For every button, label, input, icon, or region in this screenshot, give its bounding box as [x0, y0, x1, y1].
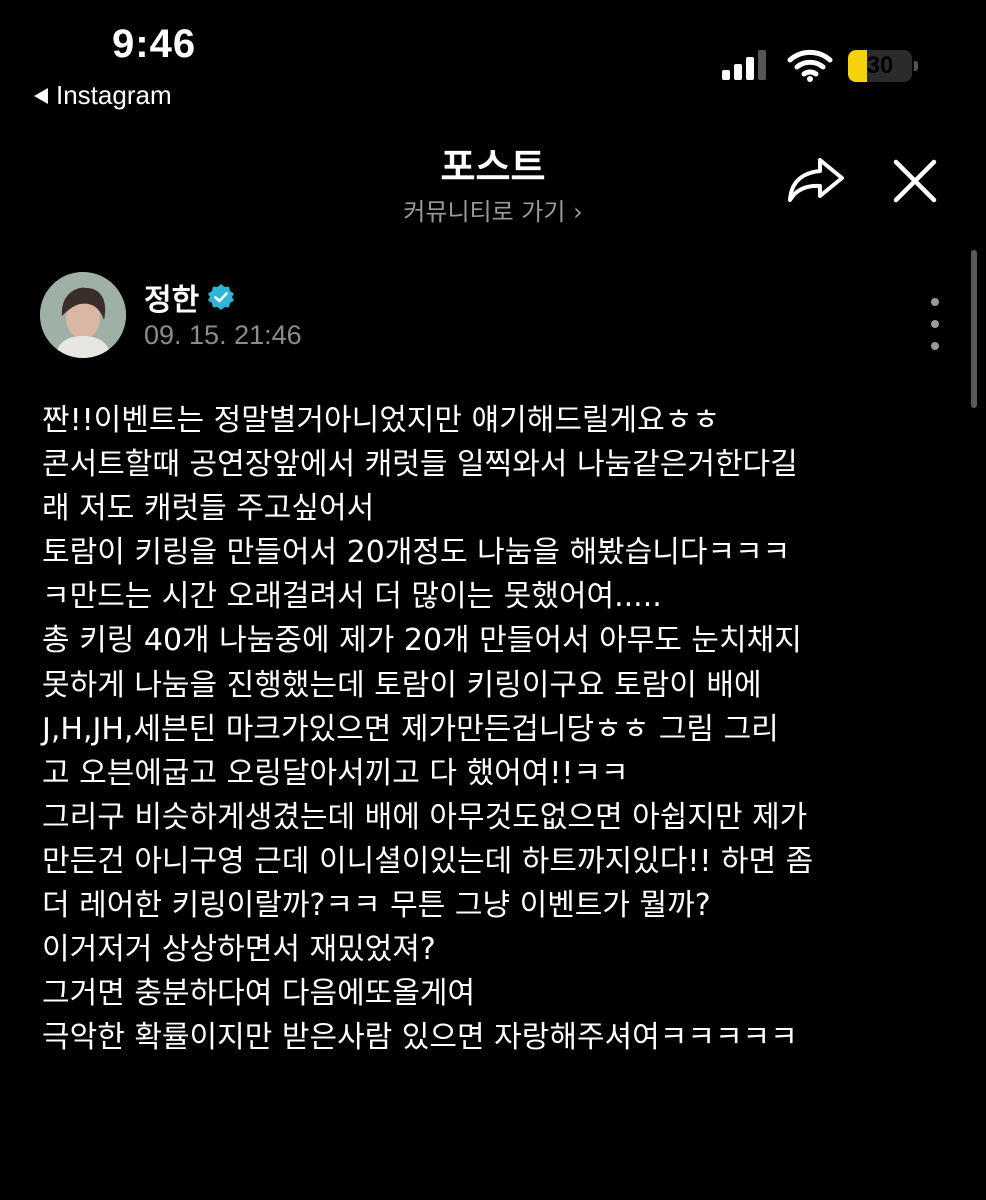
post-timestamp: 09. 15. 21:46 [144, 320, 302, 350]
wifi-icon [787, 49, 833, 82]
battery-level: 30 [866, 52, 894, 79]
back-to-app-link[interactable]: Instagram [34, 80, 172, 111]
post-line: 짠!!이벤트는 정말별거아니었지만 얘기해드릴게요ㅎㅎ [42, 403, 720, 438]
post-line: 못하게 나눔을 진행했는데 토람이 키링이구요 토람이 배에 [42, 667, 762, 703]
cellular-signal-icon [722, 50, 766, 80]
battery-indicator: 30 [848, 50, 920, 82]
post-line: 그거면 충분하다여 다음에또올게여 [42, 976, 476, 1012]
post-line: 래 저도 캐럿들 주고싶어서 [42, 491, 375, 527]
back-app-label: Instagram [56, 80, 172, 110]
verified-badge-icon [208, 284, 235, 310]
battery-nub [914, 61, 918, 71]
scrollbar[interactable] [971, 250, 977, 408]
post-line: 극악한 확률이지만 받은사람 있으면 자랑해주셔여ㅋㅋㅋㅋㅋ [42, 1020, 798, 1056]
post-line: J,H,JH,세븐틴 마크가있으면 제가만든겁니당ㅎㅎ 그림 그리 [42, 711, 779, 747]
post-line: 더 레어한 키링이랄까?ㅋㅋ 무튼 그냥 이벤트가 뭘까? [42, 888, 711, 924]
post-line: 그리구 비슷하게생겼는데 배에 아무것도없으면 아쉽지만 제가 [42, 799, 808, 835]
share-arrow-icon[interactable] [786, 154, 846, 206]
post-line: 이거저거 상상하면서 재밌었져? [42, 932, 436, 968]
more-vertical-icon[interactable] [922, 296, 948, 356]
post-line: 토람이 키링을 만들어서 20개정도 나눔을 해봤습니다ㅋㅋㅋ [42, 535, 791, 571]
post-line: 콘서트할때 공연장앞에서 캐럿들 일찍와서 나눔같은거한다길 [42, 447, 798, 483]
author-name-row[interactable]: 정한 [144, 275, 235, 319]
post-body: 짠!!이벤트는 정말별거아니었지만 얘기해드릴게요ㅎㅎ 콘서트할때 공연장앞에서… [42, 399, 950, 1060]
post-line: ㅋ만드는 시간 오래걸려서 더 많이는 못했어여..... [42, 579, 662, 615]
post-line: 총 키링 40개 나눔중에 제가 20개 만들어서 아무도 눈치채지 [42, 623, 802, 659]
post-line: 고 오븐에굽고 오링달아서끼고 다 했어여!!ㅋㅋ [42, 755, 629, 791]
author-name[interactable]: 정한 [144, 275, 199, 319]
post-line: 만든건 아니구영 근데 이니셜이있는데 하트까지있다!! 하면 좀 [42, 843, 814, 879]
status-time: 9:46 [112, 22, 197, 66]
close-icon[interactable] [890, 156, 940, 206]
avatar[interactable] [40, 272, 126, 358]
back-triangle-icon [34, 87, 48, 104]
